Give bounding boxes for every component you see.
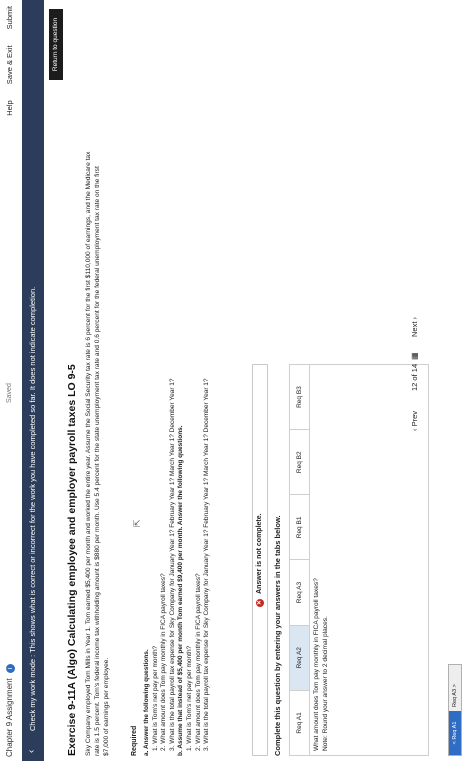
mode-text: Check my work mode : This shows what is … bbox=[28, 286, 37, 731]
tab-question-text: What amount does Tom pay monthly in FICA… bbox=[313, 578, 320, 751]
mouse-cursor-icon: ⇱ bbox=[132, 519, 142, 527]
answer-status-text: Answer is not complete. bbox=[256, 513, 263, 594]
tab-req-b1[interactable]: Req B1 bbox=[290, 494, 309, 560]
prev-page-label: Prev bbox=[410, 410, 419, 427]
part-b-label: b. Assume that instead of $5,400 per mon… bbox=[177, 425, 185, 756]
exercise-title: Exercise 9-11A (Algo) Calculating employ… bbox=[66, 364, 78, 756]
tab-req-b2[interactable]: Req B2 bbox=[290, 429, 309, 495]
error-icon: ✕ bbox=[256, 598, 264, 607]
tab-req-a3[interactable]: Req A3 bbox=[290, 559, 309, 625]
tab-question: What amount does Tom pay monthly in FICA… bbox=[312, 578, 330, 751]
part-a-q1: 1. What is Tom's net pay per month? bbox=[151, 645, 159, 751]
tab-req-b3[interactable]: Req B3 bbox=[290, 365, 309, 429]
part-b-q2: 2. What amount does Tom pay monthly in F… bbox=[194, 573, 202, 751]
page-total: 14 bbox=[410, 363, 419, 373]
chevron-right-icon: › bbox=[410, 316, 419, 322]
next-page-button[interactable]: Next › bbox=[410, 317, 419, 337]
part-b-q3: 3. What is the total payroll tax expense… bbox=[203, 378, 211, 751]
next-req-button[interactable]: Req A3 > bbox=[450, 684, 460, 707]
answer-nav-bar: < Req A1 Req A3 > bbox=[448, 664, 462, 756]
chevron-left-icon: ‹ bbox=[410, 426, 419, 432]
check-my-work-bar: ‹ Check my work mode : This shows what i… bbox=[22, 0, 44, 761]
part-b-q1: 1. What is Tom's net pay per month? bbox=[185, 645, 193, 751]
page-indicator: 12 of 14 bbox=[410, 364, 419, 391]
pager: ‹ Prev 12 of 14 ▦ Next › bbox=[408, 0, 424, 761]
grid-menu-icon[interactable]: ▦ bbox=[410, 352, 419, 360]
page: Chapter 9 Assignment i Saved Help Save &… bbox=[0, 0, 466, 761]
next-page-label: Next bbox=[410, 321, 419, 337]
part-a-q3: 3. What is the total payroll tax expense… bbox=[168, 378, 176, 751]
prev-req-button[interactable]: < Req A1 bbox=[449, 711, 461, 755]
requirement-tabs: Req A1 Req A2 Req A3 Req B1 Req B2 Req B… bbox=[289, 364, 310, 756]
collapse-chevron-icon[interactable]: ‹ bbox=[26, 750, 37, 753]
tab-req-a1[interactable]: Req A1 bbox=[290, 689, 309, 755]
top-bar: Chapter 9 Assignment i Saved Help Save &… bbox=[0, 0, 23, 761]
page-current: 12 bbox=[410, 382, 419, 391]
page-sep: of bbox=[410, 374, 419, 381]
prev-page-button[interactable]: ‹ Prev bbox=[410, 411, 419, 431]
return-to-question-button[interactable]: Return to question bbox=[49, 9, 63, 80]
assignment-title-text: Chapter 9 Assignment bbox=[5, 678, 14, 757]
tab-question-note: Note: Round your answer to 2 decimal pla… bbox=[322, 616, 329, 751]
required-heading: Required bbox=[131, 725, 138, 756]
exercise-paragraph: Sky Company employed Tom Mills in Year 1… bbox=[85, 151, 110, 756]
tab-req-a2[interactable]: Req A2 bbox=[290, 624, 309, 690]
save-exit-link[interactable]: Save & Exit bbox=[5, 45, 14, 84]
top-links: Help Save & Exit Submit bbox=[5, 6, 14, 130]
instructions-text: Complete this question by entering your … bbox=[273, 515, 282, 756]
help-link[interactable]: Help bbox=[5, 100, 14, 115]
answer-status-box: ✕ Answer is not complete. bbox=[252, 364, 268, 756]
saved-status: Saved bbox=[6, 383, 13, 403]
part-a-q2: 2. What amount does Tom pay monthly in F… bbox=[160, 573, 168, 751]
assignment-title: Chapter 9 Assignment i bbox=[5, 664, 15, 757]
submit-link[interactable]: Submit bbox=[5, 6, 14, 29]
part-a-label: a. Answer the following questions. bbox=[143, 649, 150, 756]
info-icon[interactable]: i bbox=[6, 664, 15, 674]
question-list: a. Answer the following questions. 1. Wh… bbox=[143, 216, 212, 756]
